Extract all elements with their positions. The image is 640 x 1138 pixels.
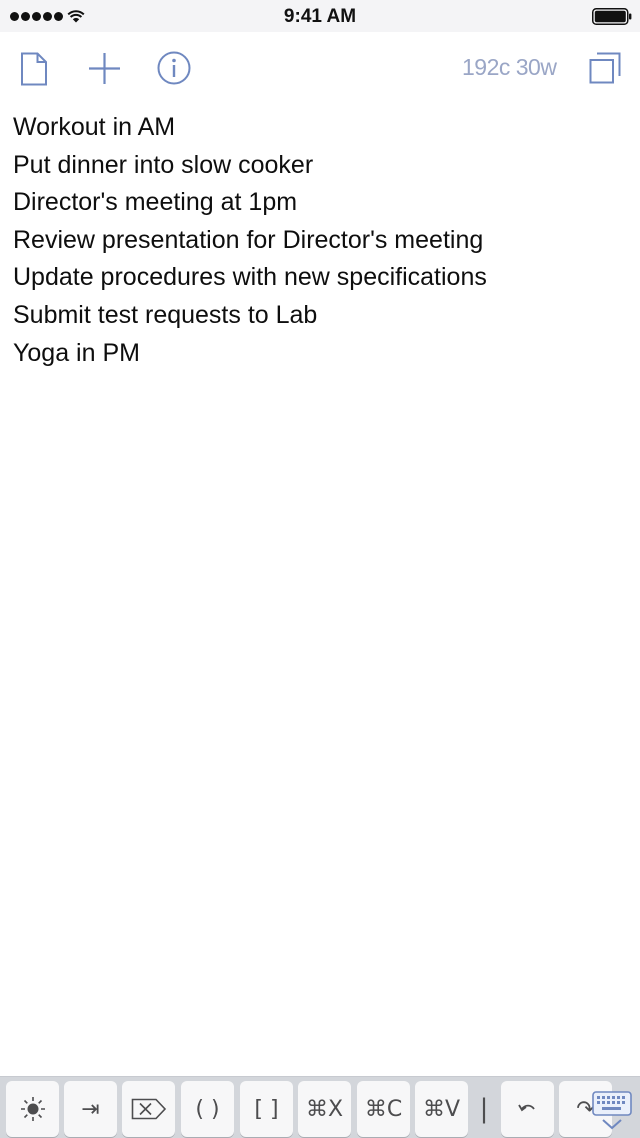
parentheses-key[interactable]: ( ) [181,1081,234,1137]
tab-key[interactable]: ⇥ [64,1081,117,1137]
plus-icon[interactable] [88,52,121,85]
text-line[interactable]: Submit test requests to Lab [13,297,633,335]
undo-key[interactable] [501,1081,554,1137]
text-line[interactable]: Workout in AM [13,109,633,147]
undo-icon [517,1104,535,1112]
text-line[interactable]: Put dinner into slow cooker [13,147,633,185]
fullscreen-icon[interactable] [589,52,621,84]
character-word-counter: 192c 30w [462,54,557,80]
separator: | [479,1094,489,1124]
paste-key[interactable]: ⌘V [415,1081,468,1137]
toolbar: 192c 30w [0,32,640,104]
brightness-key[interactable] [6,1081,59,1137]
delete-key[interactable] [122,1081,175,1137]
text-line[interactable]: Director's meeting at 1pm [13,184,633,222]
keyboard-accessory-bar: ⇥ ( ) [ ] ⌘X ⌘C ⌘V | ↷ [0,1076,640,1138]
status-bar: 9:41 AM [0,0,640,32]
brightness-icon [20,1097,45,1121]
copy-key[interactable]: ⌘C [357,1081,410,1137]
battery-icon [592,8,632,25]
keyboard-dismiss-icon[interactable] [592,1091,632,1131]
text-editor[interactable]: Workout in AM Put dinner into slow cooke… [13,109,633,372]
status-time: 9:41 AM [283,6,357,27]
cut-key[interactable]: ⌘X [298,1081,351,1137]
info-icon[interactable] [157,51,191,85]
app-window: 9:41 AM 192c 30w Workout in AM Put dinne… [0,0,640,1138]
text-line[interactable]: Update procedures with new specification… [13,259,633,297]
brackets-key[interactable]: [ ] [240,1081,293,1137]
text-line[interactable]: Review presentation for Director's meeti… [13,222,633,260]
document-icon[interactable] [20,52,48,86]
text-line[interactable]: Yoga in PM [13,335,633,373]
delete-forward-icon [131,1098,166,1120]
